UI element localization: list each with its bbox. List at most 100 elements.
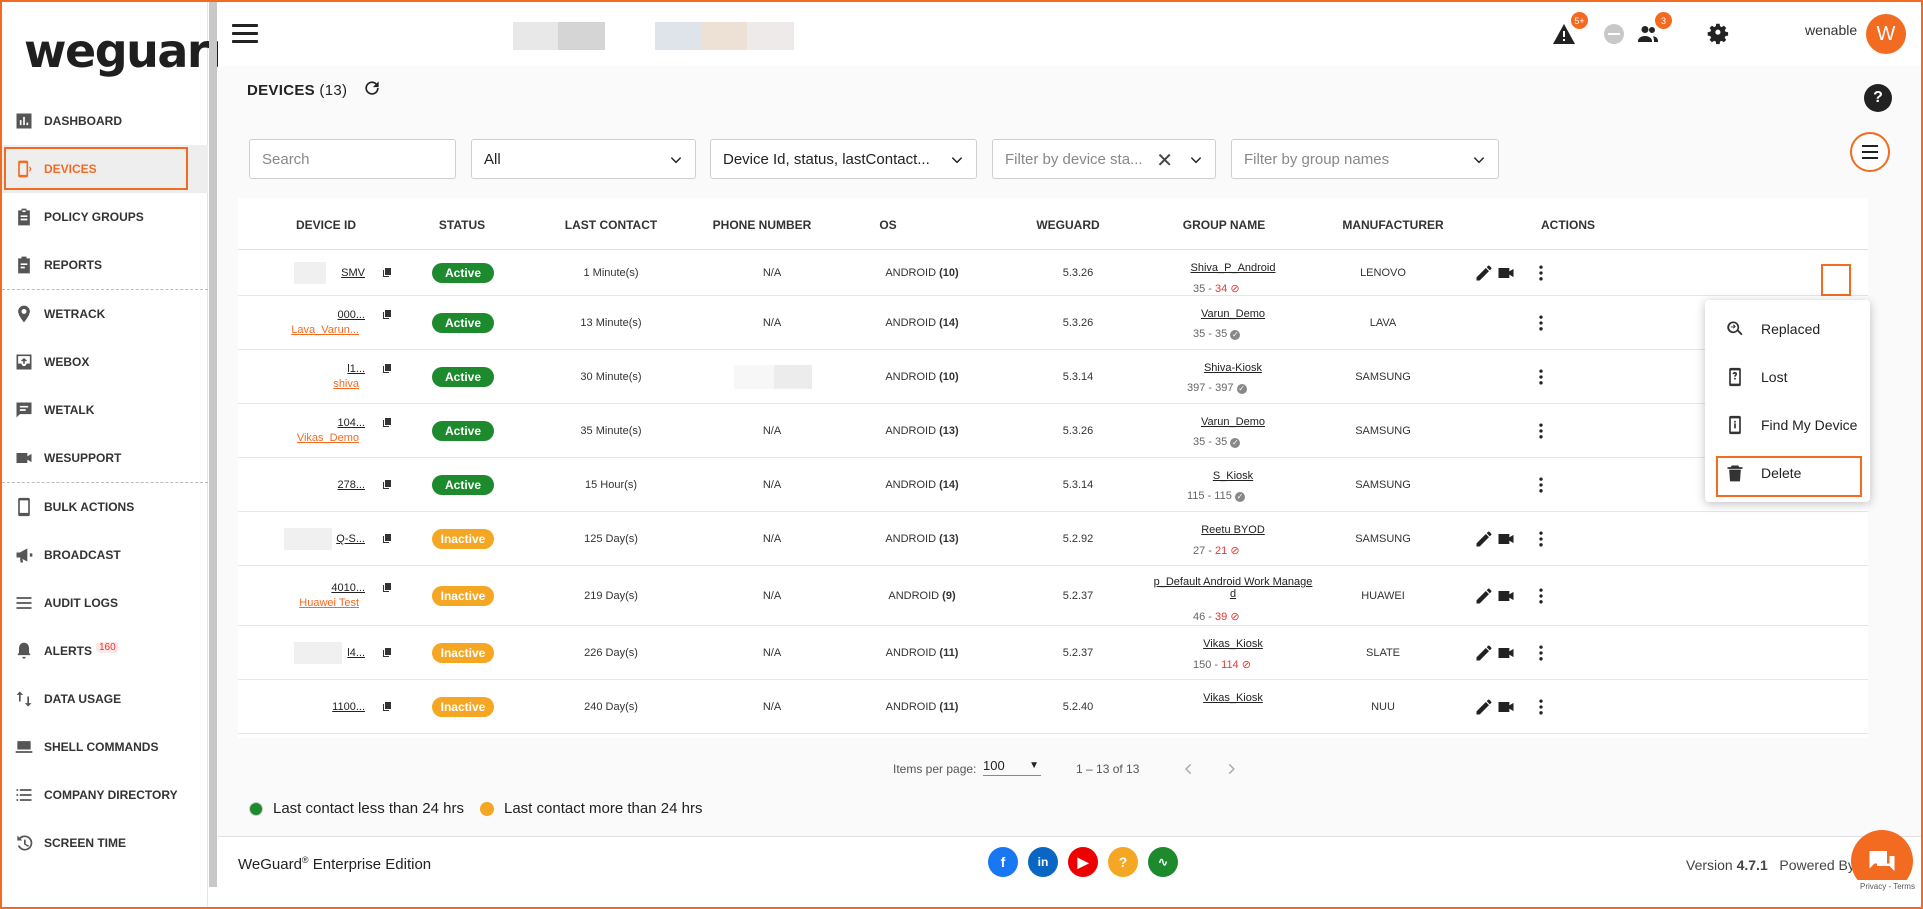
group-name-link[interactable]: S_Kiosk	[1143, 470, 1323, 482]
edit-pencil-icon[interactable]	[1474, 586, 1494, 606]
sidebar-scrollbar[interactable]	[209, 2, 217, 887]
header-manufacturer[interactable]: MANUFACTURER	[1323, 218, 1463, 232]
table-row[interactable]: 4010... Huawei Test Inactive 219 Day(s) N/A A…	[238, 566, 1868, 626]
status-all-select[interactable]: All	[471, 139, 696, 179]
group-name-link[interactable]: p_Default Android Work Manage d	[1143, 576, 1323, 600]
more-vert-icon[interactable]	[1531, 475, 1551, 495]
header-group-name[interactable]: GROUP NAME	[1154, 218, 1294, 232]
copy-icon[interactable]	[381, 479, 393, 491]
columns-select[interactable]: Device Id, status, lastContact...	[710, 139, 977, 179]
more-vert-icon[interactable]	[1531, 643, 1551, 663]
table-row[interactable]: 104... Vikas_Demo Active 35 Minute(s) N/A AND…	[238, 404, 1868, 458]
group-name-link[interactable]: Reetu BYOD	[1143, 524, 1323, 536]
sidebar-item-policy-groups[interactable]: POLICY GROUPS	[2, 193, 208, 241]
group-names-filter[interactable]: Filter by group names	[1231, 139, 1499, 179]
help-icon[interactable]: ?	[1864, 84, 1892, 112]
refresh-icon[interactable]	[362, 78, 382, 98]
sidebar-item-shell-commands[interactable]: SHELL COMMANDS	[2, 723, 208, 771]
more-vert-icon[interactable]	[1531, 263, 1551, 283]
more-vert-icon[interactable]	[1531, 529, 1551, 549]
device-name-link[interactable]: Vikas_Demo	[297, 432, 359, 444]
device-id-link[interactable]: Q-S...	[336, 533, 365, 545]
copy-icon[interactable]	[381, 701, 393, 713]
gear-icon[interactable]	[1704, 20, 1732, 48]
device-id-link[interactable]: 4010...	[331, 582, 365, 594]
device-name-link[interactable]: Huawei Test	[299, 597, 359, 609]
group-name-link[interactable]: Varun_Demo	[1143, 308, 1323, 320]
copy-icon[interactable]	[381, 647, 393, 659]
sidebar-item-dashboard[interactable]: DASHBOARD	[2, 97, 208, 145]
sidebar-item-reports[interactable]: REPORTS	[2, 241, 208, 289]
device-id-link[interactable]: l1...	[347, 363, 365, 375]
group-name-link[interactable]: Varun_Demo	[1143, 416, 1323, 428]
copy-icon[interactable]	[381, 363, 393, 375]
device-id-link[interactable]: l4...	[347, 647, 365, 659]
device-id-link[interactable]: 278...	[337, 479, 365, 491]
sidebar-item-broadcast[interactable]: BROADCAST	[2, 531, 208, 579]
sidebar-item-devices[interactable]: DEVICES	[2, 145, 208, 193]
device-state-filter[interactable]: Filter by device sta... ✕	[992, 139, 1216, 179]
video-camera-icon[interactable]	[1496, 643, 1516, 663]
sidebar-item-company-directory[interactable]: COMPANY DIRECTORY	[2, 771, 208, 819]
avatar[interactable]: W	[1866, 14, 1906, 54]
status-minus-icon[interactable]	[1600, 20, 1628, 48]
edit-pencil-icon[interactable]	[1474, 643, 1494, 663]
edit-pencil-icon[interactable]	[1474, 529, 1494, 549]
sidebar-item-bulk-actions[interactable]: BULK ACTIONS	[2, 483, 208, 531]
table-row[interactable]: 000... Lava_Varun... Active 13 Minute(s) N/A…	[238, 296, 1868, 350]
group-name-link[interactable]: Vikas_Kiosk	[1143, 692, 1323, 704]
video-camera-icon[interactable]	[1496, 263, 1516, 283]
sidebar-item-screen-time[interactable]: SCREEN TIME	[2, 819, 208, 867]
menu-item-lost[interactable]: Lost	[1705, 353, 1870, 401]
header-status[interactable]: STATUS	[412, 218, 512, 232]
header-device-id[interactable]: DEVICE ID	[276, 218, 376, 232]
sidebar-item-audit-logs[interactable]: AUDIT LOGS	[2, 579, 208, 627]
copy-icon[interactable]	[381, 417, 393, 429]
table-row[interactable]: 278... Active 15 Hour(s) N/A ANDROID (14) 5.3…	[238, 458, 1868, 512]
next-page-icon[interactable]	[1224, 762, 1238, 776]
alert-triangle-icon[interactable]: 5+	[1550, 12, 1588, 48]
pulse-icon[interactable]: ∿	[1148, 847, 1178, 877]
table-row[interactable]: l4... Inactive 226 Day(s) N/A ANDROID (11) 5.…	[238, 626, 1868, 680]
video-camera-icon[interactable]	[1496, 529, 1516, 549]
header-weguard[interactable]: WEGUARD	[1018, 218, 1118, 232]
video-camera-icon[interactable]	[1496, 697, 1516, 717]
linkedin-icon[interactable]: in	[1028, 847, 1058, 877]
group-name-link[interactable]: Shiva_P_Android	[1143, 262, 1323, 274]
header-last-contact[interactable]: LAST CONTACT	[541, 218, 681, 232]
sidebar-item-wetrack[interactable]: WETRACK	[2, 290, 208, 338]
search-input[interactable]: Search	[249, 139, 456, 179]
sidebar-item-wesupport[interactable]: WESUPPORT	[2, 434, 208, 482]
edit-pencil-icon[interactable]	[1474, 263, 1494, 283]
more-vert-icon[interactable]	[1531, 421, 1551, 441]
copy-icon[interactable]	[381, 533, 393, 545]
table-row[interactable]: l1... shiva Active 30 Minute(s) ANDROID (10)…	[238, 350, 1868, 404]
device-id-link[interactable]: 1100...	[332, 701, 365, 713]
sidebar-item-data-usage[interactable]: DATA USAGE	[2, 675, 208, 723]
device-id-link[interactable]: 000...	[337, 309, 365, 321]
table-row[interactable]: 1100... Inactive 240 Day(s) N/A ANDROID (11)…	[238, 680, 1868, 734]
hamburger-menu-icon[interactable]	[232, 24, 258, 44]
copy-icon[interactable]	[381, 582, 393, 594]
menu-item-replaced[interactable]: Replaced	[1705, 305, 1870, 353]
recaptcha-badge[interactable]: Privacy - Terms	[1856, 880, 1919, 893]
more-vert-icon[interactable]	[1531, 586, 1551, 606]
sidebar-item-alerts[interactable]: ALERTS 160	[2, 627, 208, 675]
group-name-link[interactable]: Vikas_Kiosk	[1143, 638, 1323, 650]
video-camera-icon[interactable]	[1496, 586, 1516, 606]
youtube-icon[interactable]: ▶	[1068, 847, 1098, 877]
more-vert-icon[interactable]	[1531, 367, 1551, 387]
sidebar-item-wetalk[interactable]: WETALK	[2, 386, 208, 434]
weguard-logo[interactable]: weguard	[24, 24, 246, 78]
facebook-icon[interactable]: f	[988, 847, 1018, 877]
table-row[interactable]: SMV Active 1 Minute(s) N/A ANDROID (10) 5.3.2…	[238, 250, 1868, 296]
copy-icon[interactable]	[381, 267, 393, 279]
device-name-link[interactable]: Lava_Varun...	[291, 324, 359, 336]
sidebar-item-webox[interactable]: WEBOX	[2, 338, 208, 386]
prev-page-icon[interactable]	[1182, 762, 1196, 776]
items-per-page-select[interactable]: 100 ▼	[983, 758, 1041, 776]
clear-icon[interactable]: ✕	[1156, 148, 1173, 173]
username[interactable]: wenable	[1805, 22, 1857, 38]
menu-item-find-my-device[interactable]: Find My Device	[1705, 401, 1870, 449]
device-id-link[interactable]: SMV	[341, 267, 365, 279]
